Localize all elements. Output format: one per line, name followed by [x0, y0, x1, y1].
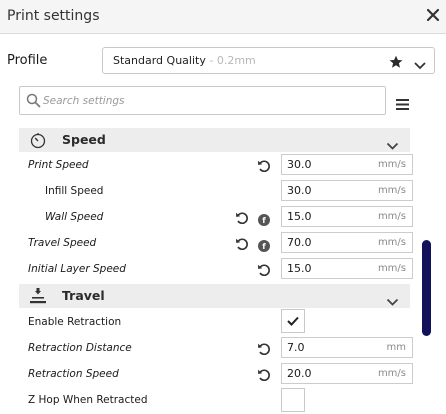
category-speed[interactable]: Speed — [19, 128, 410, 152]
profile-name: Standard Quality — [113, 54, 206, 67]
field-value: 20.0 — [287, 367, 312, 380]
setting-label-retraction-distance: Retraction Distance — [28, 342, 132, 354]
checkmark-icon — [287, 316, 299, 326]
setting-label-travel-speed: Travel Speed — [28, 237, 97, 249]
search-input[interactable]: Search settings — [19, 86, 386, 115]
setting-label-initial-layer-speed: Initial Layer Speed — [28, 263, 126, 275]
initial-layer-speed-input[interactable]: 15.0 mm/s — [281, 258, 413, 279]
svg-text:f: f — [262, 242, 266, 251]
chevron-down-icon[interactable] — [386, 136, 399, 150]
reset-icon[interactable] — [257, 158, 271, 173]
field-value: 15.0 — [287, 262, 312, 275]
reset-icon[interactable] — [235, 236, 249, 251]
reset-icon[interactable] — [235, 210, 249, 225]
scrollbar-thumb[interactable] — [422, 240, 431, 336]
setting-label-wall-speed: Wall Speed — [45, 211, 104, 223]
profile-layer-height: - 0.2mm — [205, 54, 256, 67]
field-unit: mm/s — [377, 263, 406, 274]
search-placeholder: Search settings — [43, 95, 125, 107]
reset-icon[interactable] — [257, 262, 271, 277]
field-value: 30.0 — [287, 158, 312, 171]
enable-retraction-checkbox[interactable] — [281, 309, 305, 333]
field-unit: mm — [386, 342, 406, 353]
close-icon[interactable] — [424, 6, 442, 24]
print-speed-input[interactable]: 30.0 mm/s — [281, 154, 413, 175]
reset-icon[interactable] — [257, 367, 271, 382]
field-unit: mm/s — [377, 185, 406, 196]
field-unit: mm/s — [377, 368, 406, 379]
profile-value: Standard Quality - 0.2mm — [113, 54, 256, 67]
setting-label-retraction-speed: Retraction Speed — [28, 368, 119, 380]
field-unit: mm/s — [377, 159, 406, 170]
inherit-icon[interactable]: f — [258, 211, 270, 226]
window-title: Print settings — [7, 8, 100, 24]
field-unit: mm/s — [377, 237, 406, 248]
field-value: 30.0 — [287, 184, 312, 197]
setting-label-z-hop: Z Hop When Retracted — [28, 394, 148, 406]
wall-speed-input[interactable]: 15.0 mm/s — [281, 206, 413, 227]
chevron-down-icon[interactable] — [386, 292, 399, 306]
setting-label-print-speed: Print Speed — [28, 159, 89, 171]
reset-icon[interactable] — [257, 341, 271, 356]
travel-icon — [29, 287, 47, 305]
infill-speed-input[interactable]: 30.0 mm/s — [281, 180, 413, 201]
z-hop-checkbox[interactable] — [281, 388, 305, 412]
star-icon[interactable] — [389, 54, 403, 68]
category-label: Travel — [62, 288, 105, 303]
profile-dropdown[interactable]: Standard Quality - 0.2mm — [102, 47, 435, 74]
search-icon — [26, 93, 41, 108]
retraction-distance-input[interactable]: 7.0 mm — [281, 337, 413, 358]
category-label: Speed — [62, 132, 106, 147]
travel-speed-input[interactable]: 70.0 mm/s — [281, 232, 413, 253]
setting-label-infill-speed: Infill Speed — [45, 185, 104, 197]
inherit-icon[interactable]: f — [258, 237, 270, 252]
chevron-down-icon[interactable] — [414, 56, 426, 70]
field-unit: mm/s — [377, 211, 406, 222]
field-value: 15.0 — [287, 210, 312, 223]
settings-menu-icon[interactable] — [396, 95, 409, 110]
category-travel[interactable]: Travel — [19, 284, 410, 308]
field-value: 70.0 — [287, 236, 312, 249]
svg-text:f: f — [262, 216, 266, 225]
setting-label-enable-retraction: Enable Retraction — [28, 316, 122, 328]
gauge-icon — [29, 131, 47, 149]
profile-label: Profile — [7, 53, 48, 68]
field-value: 7.0 — [287, 341, 305, 354]
retraction-speed-input[interactable]: 20.0 mm/s — [281, 363, 413, 384]
